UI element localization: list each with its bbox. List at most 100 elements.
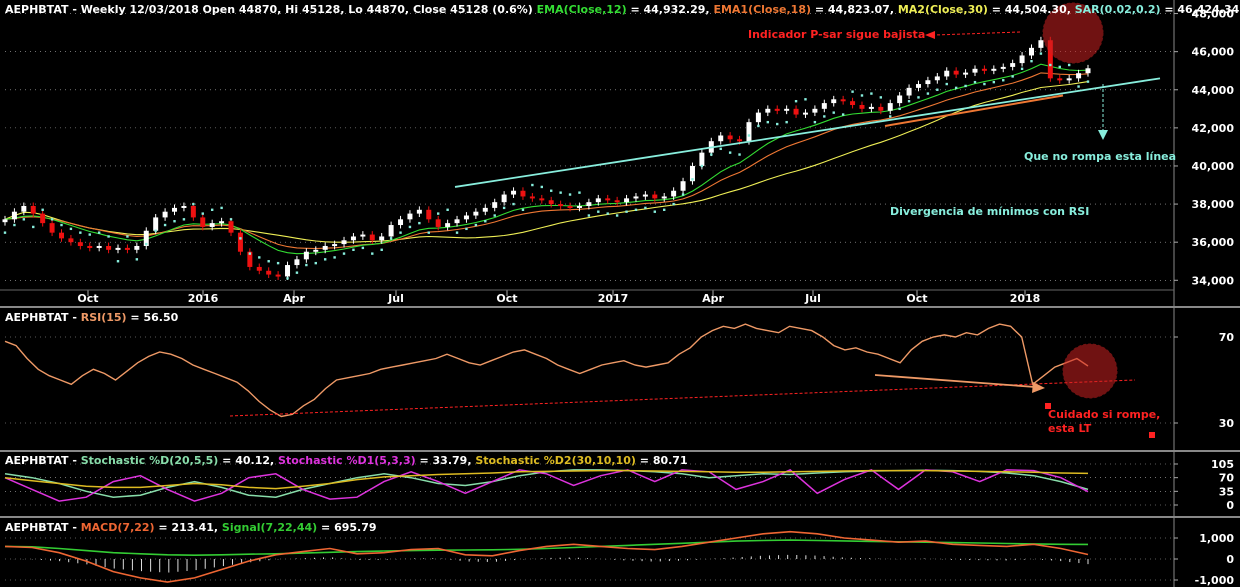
stoch-tick-label: 70 (1219, 472, 1235, 485)
candle-body (200, 217, 206, 227)
candle-body (87, 245, 93, 248)
price-tick-label: 46,000 (1192, 46, 1235, 59)
sar-dot (804, 98, 807, 101)
sar-dot (305, 263, 308, 267)
candle-body (181, 205, 187, 208)
sar-dot (314, 261, 317, 265)
sar-dot (879, 96, 883, 99)
rsi-header: AEPHBTAT - RSI(15) = 56.50 (5, 311, 178, 324)
header-segment: = 44,932.29, (626, 3, 714, 16)
macd-header: AEPHBTAT - MACD(7,22) = 213.41, Signal(7… (5, 521, 377, 534)
candle-body (482, 207, 488, 212)
candle-body (963, 72, 969, 75)
candle-body (821, 103, 827, 109)
x-tick-label: Jul (804, 292, 821, 305)
candle-body (1038, 40, 1044, 48)
sar-dot (182, 218, 186, 221)
candle-body (652, 194, 658, 199)
sar-dot (1002, 79, 1005, 82)
sar-dot (663, 208, 666, 211)
sar-dot (945, 82, 948, 86)
header-segment: = 40.12, (218, 454, 279, 467)
candle-body (981, 68, 987, 71)
sar-dot (794, 99, 798, 103)
sar-dot (22, 218, 26, 221)
sar-dot (823, 115, 826, 118)
sar-dot (342, 252, 346, 255)
sar-dot (1039, 52, 1043, 55)
candle-body (586, 202, 592, 206)
candle-body (115, 247, 121, 250)
sar-dot (276, 261, 280, 265)
sar-dot (88, 233, 91, 236)
sar-dot (983, 82, 986, 86)
rsi-tick-label: 30 (1219, 417, 1235, 430)
macd-line (4, 530, 1089, 583)
sar-dot (361, 246, 365, 250)
candle-body (953, 70, 959, 75)
candle-body (511, 190, 517, 195)
candle-body (40, 213, 46, 224)
sar-dot (286, 277, 289, 280)
candle-body (266, 270, 272, 275)
x-tick-label: Oct (496, 292, 517, 305)
candle-body (576, 205, 582, 208)
rsi-support-line (229, 379, 1136, 417)
divergence-annotation: Divergencia de mínimos con RSI (890, 205, 1090, 218)
candle-body (737, 139, 743, 142)
candle-body (812, 108, 818, 113)
sar-dot (841, 113, 845, 116)
candle-body (322, 245, 328, 250)
candle-body (275, 274, 281, 277)
candle-body (595, 198, 601, 203)
candle-body (416, 209, 422, 214)
header-segment: MA2(Close,30) (897, 3, 988, 16)
candle-body (1057, 78, 1063, 81)
sar-dot (889, 115, 892, 118)
psar-arrow (934, 31, 1021, 36)
candle-body (718, 135, 724, 142)
candle-body (398, 219, 404, 226)
price-header: AEPHBTAT - Weekly 12/03/2018 Open 44870,… (5, 3, 1239, 16)
candle-body (350, 236, 356, 241)
candle-body (897, 95, 903, 104)
sar-dot (3, 231, 7, 234)
sar-dot (239, 237, 242, 240)
candle-body (774, 108, 780, 111)
rsi-panel: 70 30 AEPHBTAT - RSI(15) = 56.50 Cuidado … (0, 308, 1240, 450)
candle-body (313, 249, 319, 252)
candle-body (529, 196, 535, 199)
sar-dot (653, 210, 656, 213)
sar-dot (192, 202, 195, 206)
candle-body (1010, 63, 1016, 67)
sar-dot (757, 124, 760, 128)
candle-body (492, 202, 498, 208)
sar-dot (1067, 63, 1071, 67)
header-segment: Stochastic %D1(5,3,3) (278, 454, 416, 467)
sar-dot (60, 223, 63, 227)
sar-dot (634, 208, 638, 211)
candle-body (991, 68, 997, 71)
sar-dot (97, 231, 101, 234)
candle-body (925, 80, 931, 85)
stoch-tick-label: 105 (1211, 458, 1234, 471)
price-tick-label: 42,000 (1192, 122, 1235, 135)
sar-dot (50, 218, 54, 221)
sar-dot (766, 120, 770, 124)
long-trendline (454, 77, 1161, 188)
stoch-tick-label: 0 (1226, 499, 1234, 512)
macd-tick-label: -1,000 (1195, 574, 1235, 587)
sar-dot (465, 227, 468, 231)
sar-dot (163, 223, 167, 227)
header-segment: = 33.79, (415, 454, 476, 467)
candle-body (106, 245, 112, 250)
sar-dot (1086, 80, 1090, 83)
price-tick-label: 38,000 (1192, 198, 1235, 211)
trend-arrowhead (1098, 130, 1108, 140)
stoch-header: AEPHBTAT - Stochastic %D(20,5,5) = 40.12… (5, 454, 688, 467)
sar-dot (229, 218, 233, 221)
sar-dot (79, 231, 82, 234)
sar-dot (710, 153, 713, 156)
ema12-line (4, 63, 1089, 255)
x-tick-label: Jul (387, 292, 404, 305)
